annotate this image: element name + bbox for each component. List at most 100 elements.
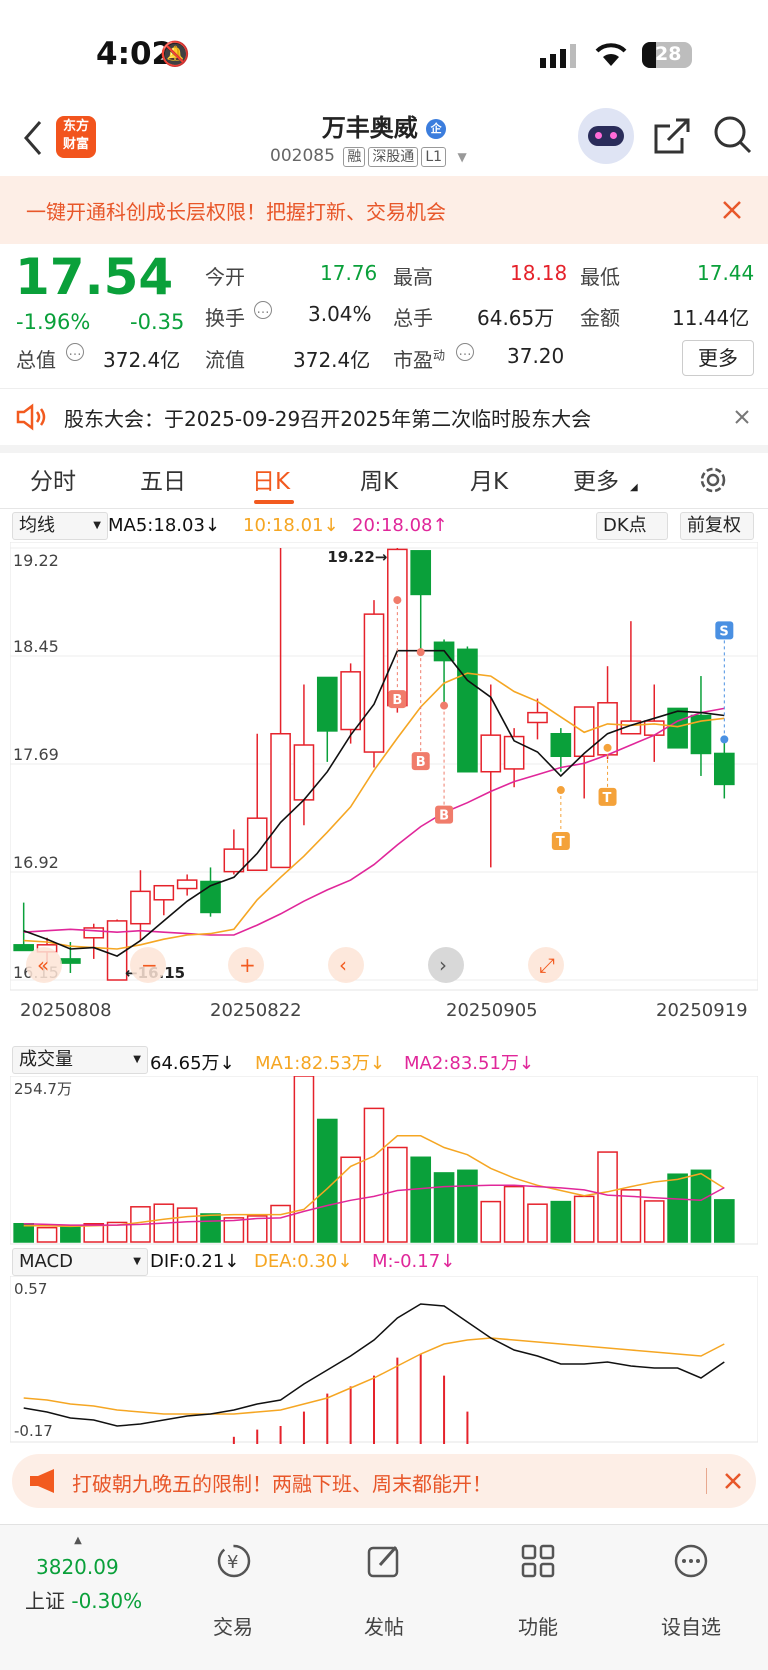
tag-level: L1 [421, 147, 447, 167]
volume-ma1: MA1:82.53万↓ [255, 1053, 385, 1074]
fullscreen-icon: ⤢ [539, 953, 555, 977]
volume-max-label: 254.7万 [14, 1080, 72, 1098]
price-axis-label: 18.45 [13, 637, 59, 656]
macd-m-text: M:-0.17 [372, 1251, 441, 1272]
candle-body [316, 676, 338, 732]
index-up-icon: ▲ [74, 1535, 82, 1546]
notice-bar[interactable]: 股东大会：于2025-09-29召开2025年第二次临时股东大会 [0, 388, 768, 453]
tab-intraday[interactable]: 分时 [30, 462, 76, 496]
volume-bar [60, 1225, 81, 1243]
buy-signal: B [392, 693, 402, 708]
dropdown-icon: ▼ [133, 1256, 141, 1267]
open-value: 17.76 [320, 261, 378, 285]
low-value: 17.44 [697, 261, 755, 285]
dk-text: DK点 [603, 515, 647, 536]
tag-connect: 深股通 [368, 147, 419, 167]
macd-selector[interactable]: MACD ▼ [12, 1248, 148, 1276]
high-annotation: 19.22→ [327, 548, 387, 566]
zoom-in-icon: + [239, 953, 256, 977]
volume-bar [200, 1213, 221, 1243]
volume-bar [36, 1226, 58, 1243]
close-icon[interactable] [724, 1472, 742, 1490]
last-price: 17.54 [15, 248, 174, 306]
price-axis-label: 17.69 [13, 745, 59, 764]
macd-m: M:-0.17↓ [372, 1251, 456, 1272]
tag-margin: 融 [343, 147, 366, 167]
volume-ma2-text: MA2:83.51万 [404, 1053, 519, 1074]
macd-chart[interactable]: 0.57 -0.17 [10, 1276, 758, 1444]
robot-avatar[interactable] [578, 108, 634, 164]
share-icon[interactable] [652, 116, 692, 156]
close-icon[interactable] [722, 200, 742, 220]
turnover-label: 换手 [205, 306, 245, 330]
volume-chart[interactable]: 254.7万 [10, 1076, 758, 1246]
volume-ma1-text: MA1:82.53万 [255, 1053, 370, 1074]
bottom-tabbar: ▲ 3820.09 上证 -0.30% ¥ 交易 发帖 功能 设自选 [0, 1524, 768, 1670]
more-button[interactable]: 更多 [682, 340, 754, 376]
candle-body [176, 879, 198, 890]
tab-daily-k[interactable]: 日K [252, 462, 290, 496]
volume-bar [270, 1204, 291, 1243]
tab-post[interactable]: 发帖 [334, 1611, 434, 1640]
tab-more[interactable]: 更多 [573, 462, 619, 496]
mcap-value: 372.4亿 [103, 348, 181, 372]
high-label: 最高 [393, 265, 433, 289]
tab-weekly-k[interactable]: 周K [360, 462, 398, 496]
volume-bar [643, 1200, 665, 1243]
dropdown-icon[interactable]: ▼ [457, 150, 466, 164]
next-icon: › [439, 953, 447, 977]
candle-body [83, 927, 105, 939]
ma-selector[interactable]: 均线 ▼ [12, 512, 108, 540]
adjust-button[interactable]: 前复权 [680, 512, 754, 540]
info-icon[interactable]: … [66, 343, 84, 361]
battery-level: 28 [655, 43, 682, 65]
index-change: -0.30% [71, 1589, 143, 1613]
dropdown-icon: ▼ [133, 1054, 141, 1065]
ma5-text: MA5:18.03 [108, 515, 205, 536]
index-change-row: 上证 -0.30% [25, 1585, 142, 1614]
zoom-out-icon: − [141, 953, 158, 977]
date-axis-3: 20250905 [446, 1000, 538, 1021]
candle-body [480, 734, 502, 773]
buy-signal: B [439, 809, 449, 824]
info-icon[interactable]: … [254, 301, 272, 319]
volume-selector[interactable]: 成交量 ▼ [12, 1046, 148, 1074]
settings-icon[interactable] [697, 464, 729, 496]
signal-icon [540, 44, 576, 68]
float-label: 流值 [205, 348, 245, 372]
close-icon[interactable] [734, 409, 750, 425]
promo-banner[interactable]: 一键开通科创成长层权限！把握打新、交易机会 [0, 176, 768, 244]
dropdown-icon: ▼ [93, 520, 101, 531]
kline-chart[interactable]: 19.2218.4517.6916.9216.1519.22→←16.15BBB… [10, 542, 758, 992]
volume-ma2: MA2:83.51万↓ [404, 1053, 534, 1074]
prev-icon: ‹ [339, 953, 347, 977]
volume-bar [573, 1195, 595, 1243]
amount-value: 11.44亿 [672, 306, 750, 330]
dk-point-button[interactable]: DK点 [596, 512, 668, 540]
volume-bar [480, 1200, 502, 1243]
trade-icon: ¥ [217, 1544, 251, 1578]
ma10-text: 10:18.01 [243, 515, 324, 536]
volume-bar [13, 1223, 35, 1243]
candle-body [340, 671, 361, 731]
volume-value: 64.65万↓ [150, 1053, 235, 1074]
tab-functions[interactable]: 功能 [488, 1611, 588, 1640]
macd-legend: MACD ▼ DIF:0.21↓ DEA:0.30↓ M:-0.17↓ [0, 1248, 768, 1278]
volume-bar [597, 1151, 618, 1243]
date-axis-start: 20250808 [20, 1000, 112, 1021]
tab-monthly-k[interactable]: 月K [470, 462, 508, 496]
volume-bar [503, 1185, 525, 1243]
info-icon[interactable]: … [456, 343, 474, 361]
tab-five-day[interactable]: 五日 [140, 462, 186, 496]
tab-trade[interactable]: 交易 [183, 1611, 283, 1640]
bottom-promo-banner[interactable]: 打破朝九晚五的限制！两融下班、周末都能开！ [12, 1454, 756, 1508]
tab-add-watchlist[interactable]: 设自选 [641, 1611, 741, 1640]
volume-bar [550, 1200, 572, 1243]
index-widget[interactable]: ▲ 3820.09 上证 -0.30% [20, 1535, 170, 1613]
search-icon[interactable] [712, 114, 754, 156]
candle-body [270, 732, 291, 869]
functions-icon [521, 1544, 555, 1578]
float-value: 372.4亿 [293, 348, 371, 372]
sell-signal: S [719, 624, 728, 639]
candle-body [153, 884, 175, 901]
